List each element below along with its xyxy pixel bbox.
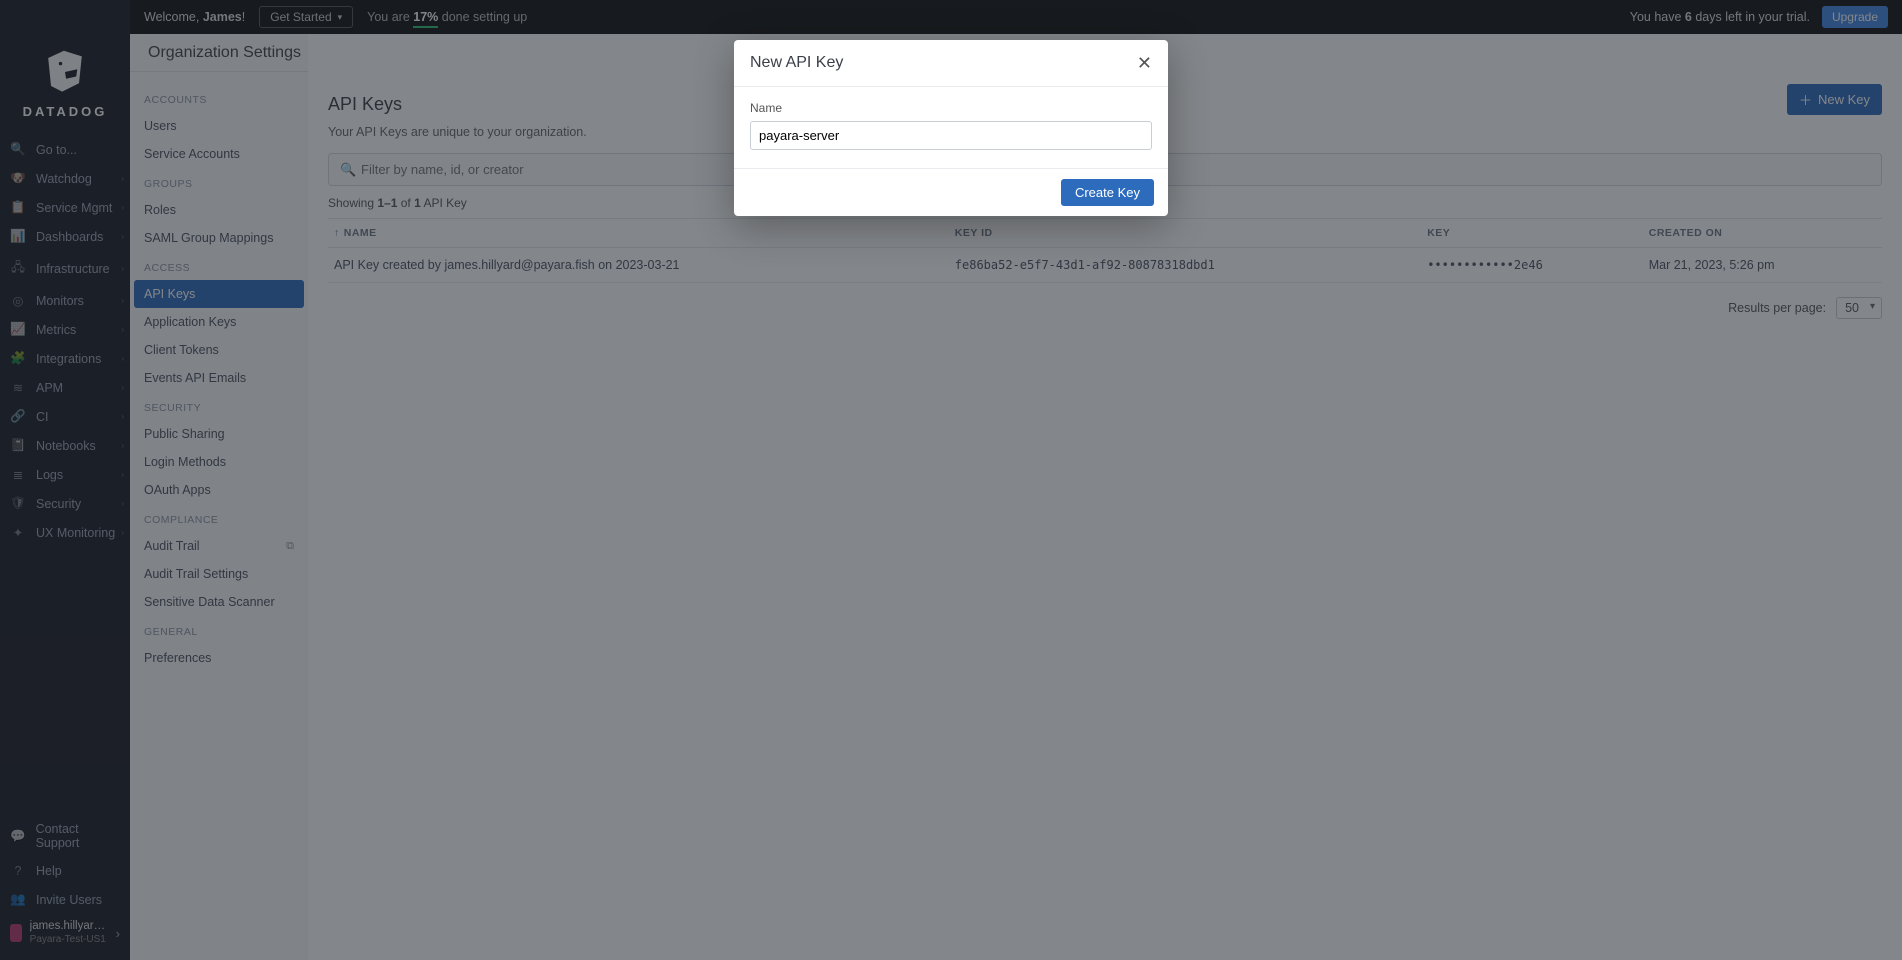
close-icon: ✕ [1137, 53, 1152, 73]
create-key-button[interactable]: Create Key [1061, 179, 1154, 206]
modal-title: New API Key [750, 54, 843, 72]
key-name-input[interactable] [750, 121, 1152, 150]
name-field-label: Name [750, 101, 1152, 115]
close-button[interactable]: ✕ [1137, 54, 1152, 72]
new-api-key-modal: New API Key ✕ Name Create Key [734, 40, 1168, 216]
